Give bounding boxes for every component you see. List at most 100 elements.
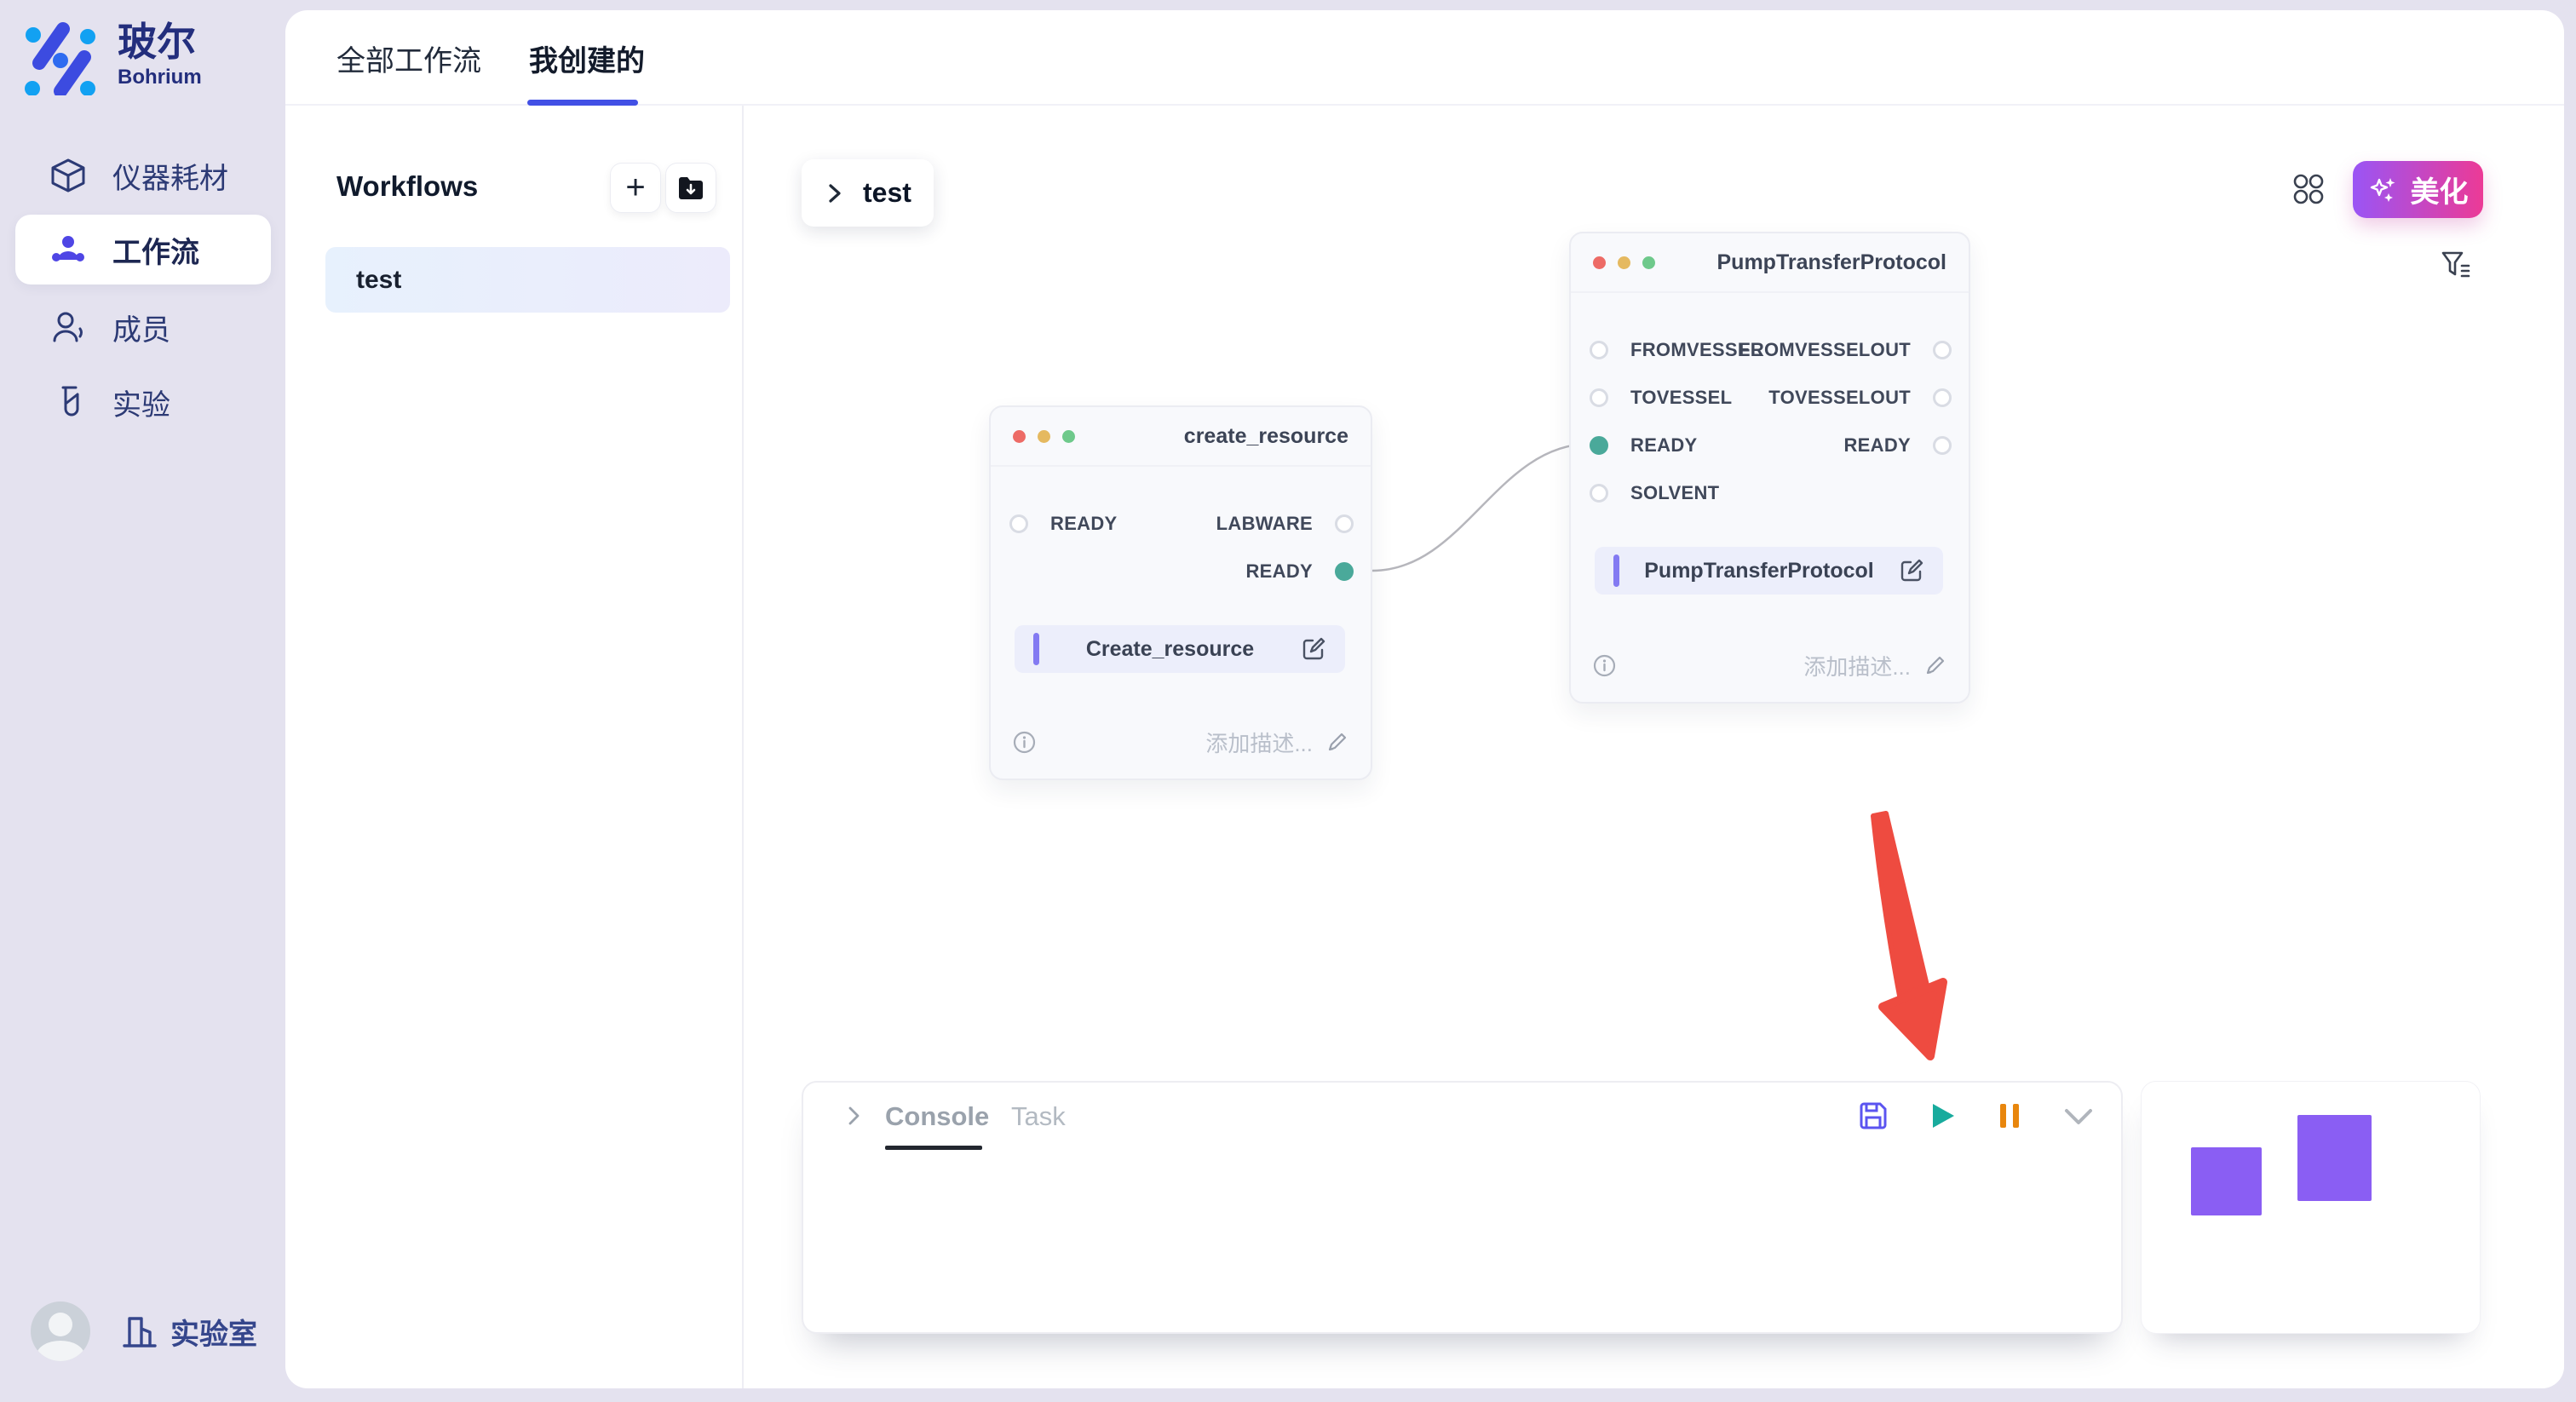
brand: 玻尔 Bohrium <box>24 20 202 95</box>
add-workflow-button[interactable]: + <box>610 163 661 213</box>
test-tube-icon <box>49 383 87 421</box>
port-out-labware[interactable]: LABWARE <box>1216 505 1354 543</box>
port-in-tovessel[interactable]: TOVESSEL <box>1590 379 1732 417</box>
breadcrumb[interactable]: test <box>802 159 934 227</box>
sidebar-item-members[interactable]: 成员 <box>0 290 285 365</box>
port-in-fromvessel[interactable]: FROMVESSEL <box>1590 331 1762 369</box>
layout-apps-icon[interactable] <box>2293 174 2324 204</box>
main-content: 全部工作流 我创建的 Workflows + test test <box>285 10 2564 1388</box>
members-icon <box>49 308 87 346</box>
brand-name: 玻尔 <box>118 20 202 64</box>
dot-red-icon <box>1013 430 1026 443</box>
minimap[interactable] <box>2141 1081 2481 1334</box>
breadcrumb-label: test <box>863 177 911 209</box>
edit-icon[interactable] <box>1899 558 1924 583</box>
pill-accent-bar <box>1033 633 1039 665</box>
node-action-create-resource[interactable]: Create_resource <box>1015 625 1345 673</box>
brand-subtitle: Bohrium <box>118 66 202 89</box>
edge-connector <box>1372 444 1590 571</box>
node-title: create_resource <box>1184 424 1348 449</box>
port-out-tovesselout[interactable]: TOVESSELOUT <box>1768 379 1952 417</box>
node-pump-transfer-protocol[interactable]: PumpTransferProtocol FROMVESSEL TOVESSEL… <box>1569 232 1970 704</box>
port-label: READY <box>1843 434 1911 457</box>
tab-console[interactable]: Console <box>885 1101 989 1132</box>
dot-red-icon <box>1593 256 1606 269</box>
port-label: READY <box>1050 513 1118 535</box>
node-create-resource[interactable]: create_resource READY LABWARE READY Crea… <box>989 405 1372 780</box>
port-label: TOVESSELOUT <box>1768 387 1911 409</box>
tab-my-created[interactable]: 我创建的 <box>529 10 645 106</box>
building-icon <box>123 1313 157 1349</box>
edit-icon[interactable] <box>1301 636 1326 662</box>
lab-switcher[interactable]: 实验室 <box>123 1311 257 1353</box>
port-circle[interactable] <box>1590 436 1608 455</box>
pencil-icon[interactable] <box>1326 731 1348 753</box>
port-label: LABWARE <box>1216 513 1313 535</box>
port-label: TOVESSEL <box>1630 387 1732 409</box>
port-in-ready[interactable]: READY <box>1590 427 1698 464</box>
import-workflow-button[interactable] <box>665 163 716 213</box>
active-tab-underline <box>527 100 638 106</box>
sidebar: 玻尔 Bohrium 仪器耗材 工作流 成员 实验 <box>0 0 285 1402</box>
port-out-ready[interactable]: READY <box>1843 427 1952 464</box>
port-label: READY <box>1630 434 1698 457</box>
info-icon[interactable] <box>1593 654 1616 677</box>
pause-icon[interactable] <box>1994 1100 2025 1131</box>
lab-label: 实验室 <box>170 1311 257 1353</box>
port-circle[interactable] <box>1335 514 1354 533</box>
node-footer: 添加描述... <box>1593 644 1946 687</box>
dot-yellow-icon <box>1618 256 1630 269</box>
action-label: Create_resource <box>1039 637 1301 662</box>
port-circle[interactable] <box>1933 388 1952 407</box>
description-placeholder[interactable]: 添加描述... <box>1803 650 1911 681</box>
port-circle[interactable] <box>1590 484 1608 503</box>
port-circle[interactable] <box>1335 562 1354 581</box>
chevron-right-icon[interactable] <box>841 1103 866 1129</box>
tab-task[interactable]: Task <box>1011 1101 1066 1132</box>
sidebar-item-instruments[interactable]: 仪器耗材 <box>0 138 285 213</box>
sidebar-item-label: 成员 <box>112 307 170 348</box>
workflow-list-panel: Workflows + test <box>285 106 744 1388</box>
port-circle[interactable] <box>1933 341 1952 359</box>
dot-yellow-icon <box>1038 430 1050 443</box>
port-out-ready[interactable]: READY <box>1245 553 1354 590</box>
sidebar-item-workflow[interactable]: 工作流 <box>15 215 271 284</box>
node-header: create_resource <box>991 407 1371 467</box>
pencil-icon[interactable] <box>1924 654 1946 676</box>
port-circle[interactable] <box>1590 341 1608 359</box>
node-action-pump-transfer[interactable]: PumpTransferProtocol <box>1595 547 1943 595</box>
dot-green-icon <box>1062 430 1075 443</box>
minimap-node-create-resource <box>2191 1147 2262 1215</box>
pill-accent-bar <box>1613 554 1619 587</box>
port-in-ready[interactable]: READY <box>1009 505 1118 543</box>
beautify-button[interactable]: 美化 <box>2353 161 2483 218</box>
folder-download-icon <box>677 176 704 200</box>
user-avatar[interactable] <box>31 1301 90 1361</box>
console-tab-underline <box>885 1146 982 1150</box>
chevron-right-icon <box>824 182 846 204</box>
minimap-node-pump-transfer <box>2297 1115 2372 1201</box>
port-label: FROMVESSELOUT <box>1739 339 1911 361</box>
port-label: SOLVENT <box>1630 482 1719 504</box>
info-icon[interactable] <box>1013 731 1036 754</box>
workflow-list-item-test[interactable]: test <box>325 247 730 313</box>
sidebar-item-experiments[interactable]: 实验 <box>0 365 285 440</box>
port-circle[interactable] <box>1009 514 1028 533</box>
sidebar-item-label: 仪器耗材 <box>112 155 228 197</box>
port-out-fromvesselout[interactable]: FROMVESSELOUT <box>1739 331 1952 369</box>
port-circle[interactable] <box>1590 388 1608 407</box>
filter-icon[interactable] <box>2441 250 2470 281</box>
play-icon[interactable] <box>1925 1099 1959 1133</box>
bohrium-logo-icon <box>24 20 99 95</box>
description-placeholder[interactable]: 添加描述... <box>1205 727 1313 758</box>
dot-green-icon <box>1642 256 1655 269</box>
workflow-canvas[interactable]: test create_resource READY LABWARE READY <box>744 106 2564 1388</box>
port-in-solvent[interactable]: SOLVENT <box>1590 474 1719 512</box>
action-label: PumpTransferProtocol <box>1619 559 1899 583</box>
save-icon[interactable] <box>1856 1099 1890 1133</box>
node-title: PumpTransferProtocol <box>1717 250 1947 275</box>
tab-all-workflows[interactable]: 全部工作流 <box>336 10 481 106</box>
port-circle[interactable] <box>1933 436 1952 455</box>
workflow-people-icon <box>49 231 87 268</box>
chevron-down-icon[interactable] <box>2061 1106 2096 1129</box>
